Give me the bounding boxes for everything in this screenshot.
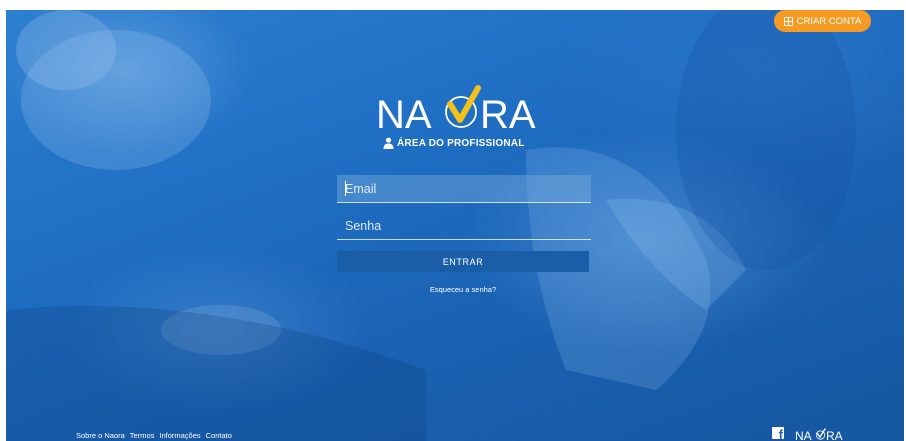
svg-text:NA: NA [376,93,432,136]
create-account-label: CRIAR CONTA [796,15,862,27]
user-icon [383,137,394,149]
footer-naora-logo: NA RA [795,428,843,441]
footer-link-info[interactable]: Informações [159,431,200,440]
naora-logo: NA RA [376,85,536,136]
footer-link-terms[interactable]: Termos [130,431,155,440]
login-button[interactable]: ENTRAR [337,251,589,272]
password-field[interactable] [337,212,591,240]
area-title-label: ÁREA DO PROFISSIONAL [397,137,525,149]
text-cursor [345,181,346,196]
email-field[interactable] [337,175,591,203]
create-account-button[interactable]: CRIAR CONTA [774,10,871,32]
svg-text:RA: RA [480,93,536,136]
footer-link-contact[interactable]: Contato [206,431,232,440]
email-input[interactable] [345,181,591,196]
footer-link-about[interactable]: Sobre o Naora [76,431,125,440]
forgot-password-link[interactable]: Esqueceu a senha? [337,285,589,294]
svg-text:RA: RA [826,429,843,441]
facebook-icon[interactable]: f [772,427,784,439]
footer-links: Sobre o Naora Termos Informações Contato [76,431,232,440]
plus-square-icon [783,16,793,26]
area-title: ÁREA DO PROFISSIONAL [383,136,525,150]
svg-text:NA: NA [795,429,812,441]
password-input[interactable] [345,218,591,233]
